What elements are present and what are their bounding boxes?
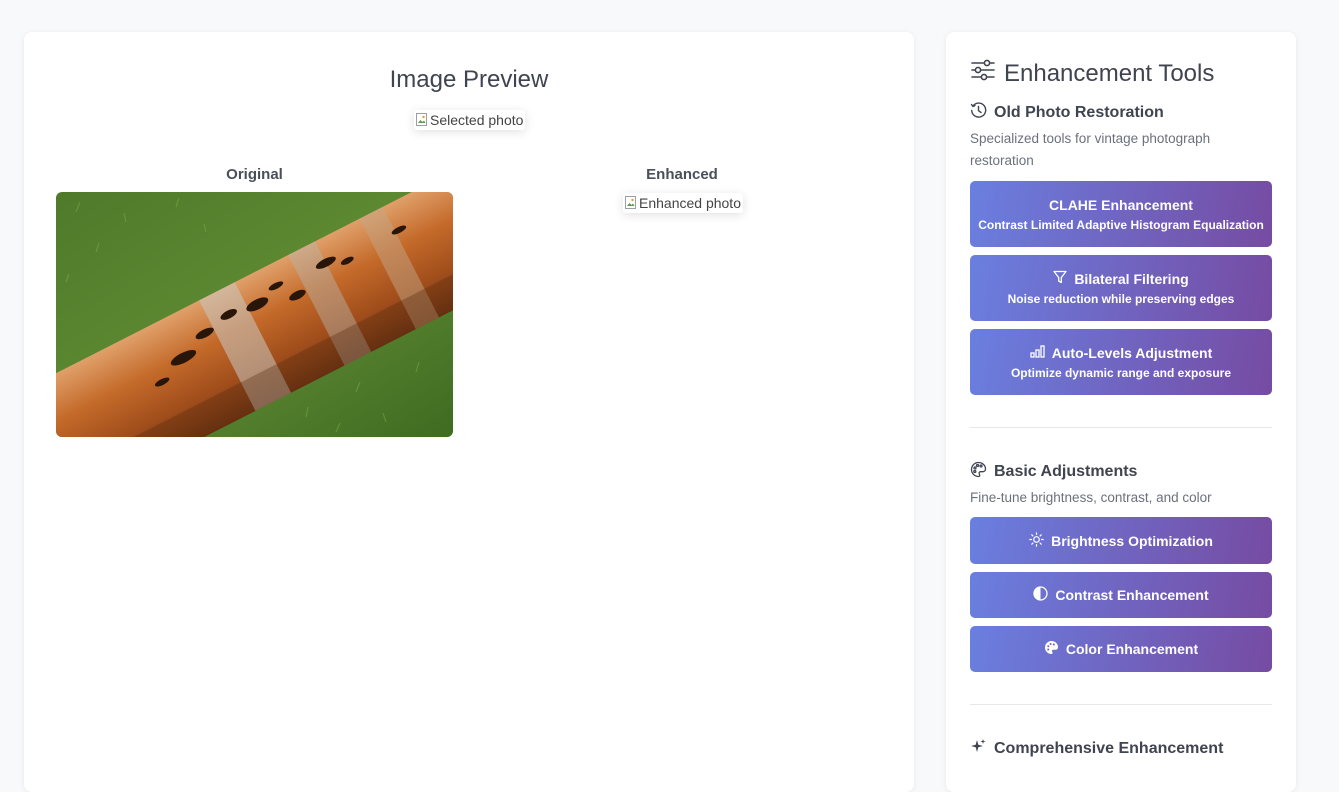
image-preview-panel: Image Preview Selected photo Original En… bbox=[24, 32, 914, 792]
section-title: Basic Adjustments bbox=[994, 463, 1138, 480]
btn-label: CLAHE Enhancement bbox=[1049, 196, 1193, 213]
section-divider bbox=[970, 704, 1272, 705]
btn-label: Contrast Enhancement bbox=[1055, 587, 1209, 603]
enhanced-photo-image: Enhanced photo bbox=[623, 193, 743, 213]
palette-icon bbox=[970, 461, 987, 483]
preview-title: Image Preview bbox=[389, 66, 549, 93]
enhanced-photo-alt: Enhanced photo bbox=[639, 195, 741, 211]
clahe-enhancement-button[interactable]: CLAHE Enhancement Contrast Limited Adapt… bbox=[970, 181, 1272, 247]
contrast-icon bbox=[1033, 586, 1049, 604]
sliders-icon bbox=[970, 58, 996, 89]
filter-icon bbox=[1053, 270, 1067, 287]
broken-image-icon bbox=[416, 113, 428, 127]
btn-label: Bilateral Filtering bbox=[1074, 270, 1189, 287]
btn-label: Color Enhancement bbox=[1065, 641, 1199, 657]
bilateral-filtering-button[interactable]: Bilateral Filtering Noise reduction whil… bbox=[970, 255, 1272, 321]
section-description: Fine-tune brightness, contrast, and colo… bbox=[970, 490, 1212, 505]
sun-icon bbox=[1029, 531, 1044, 550]
section-comprehensive-enhancement: Comprehensive Enhancement bbox=[970, 738, 1223, 760]
section-title: Old Photo Restoration bbox=[994, 104, 1164, 121]
bar-chart-icon bbox=[1030, 344, 1045, 361]
original-label: Original bbox=[226, 166, 283, 183]
brightness-optimization-button[interactable]: Brightness Optimization bbox=[970, 517, 1272, 564]
selected-photo-alt: Selected photo bbox=[430, 112, 524, 128]
auto-levels-button[interactable]: Auto-Levels Adjustment Optimize dynamic … bbox=[970, 329, 1272, 395]
section-old-photo-restoration: Old Photo Restoration bbox=[970, 102, 1164, 124]
sparkles-icon bbox=[970, 738, 987, 760]
enhanced-label: Enhanced bbox=[646, 166, 718, 183]
btn-sublabel: Contrast Limited Adaptive Histogram Equa… bbox=[978, 217, 1264, 232]
color-enhancement-button[interactable]: Color Enhancement bbox=[970, 626, 1272, 672]
btn-label: Auto-Levels Adjustment bbox=[1051, 344, 1213, 361]
palette-fill-icon bbox=[1044, 640, 1059, 658]
original-photo bbox=[56, 192, 453, 437]
enhancement-tools-panel: Enhancement Tools Old Photo Restoration … bbox=[946, 32, 1296, 792]
broken-image-icon bbox=[625, 196, 637, 210]
selected-photo-image: Selected photo bbox=[414, 110, 526, 130]
tools-heading: Enhancement Tools bbox=[970, 58, 1214, 89]
history-icon bbox=[970, 102, 987, 124]
section-basic-adjustments: Basic Adjustments bbox=[970, 461, 1137, 483]
section-divider bbox=[970, 427, 1272, 428]
btn-sublabel: Noise reduction while preserving edges bbox=[1007, 292, 1235, 306]
section-description: Specialized tools for vintage photograph… bbox=[970, 131, 1211, 168]
contrast-enhancement-button[interactable]: Contrast Enhancement bbox=[970, 572, 1272, 618]
section-title: Comprehensive Enhancement bbox=[994, 740, 1224, 757]
btn-sublabel: Optimize dynamic range and exposure bbox=[1010, 365, 1232, 380]
tools-title: Enhancement Tools bbox=[1004, 59, 1215, 87]
btn-label: Brightness Optimization bbox=[1051, 532, 1213, 549]
